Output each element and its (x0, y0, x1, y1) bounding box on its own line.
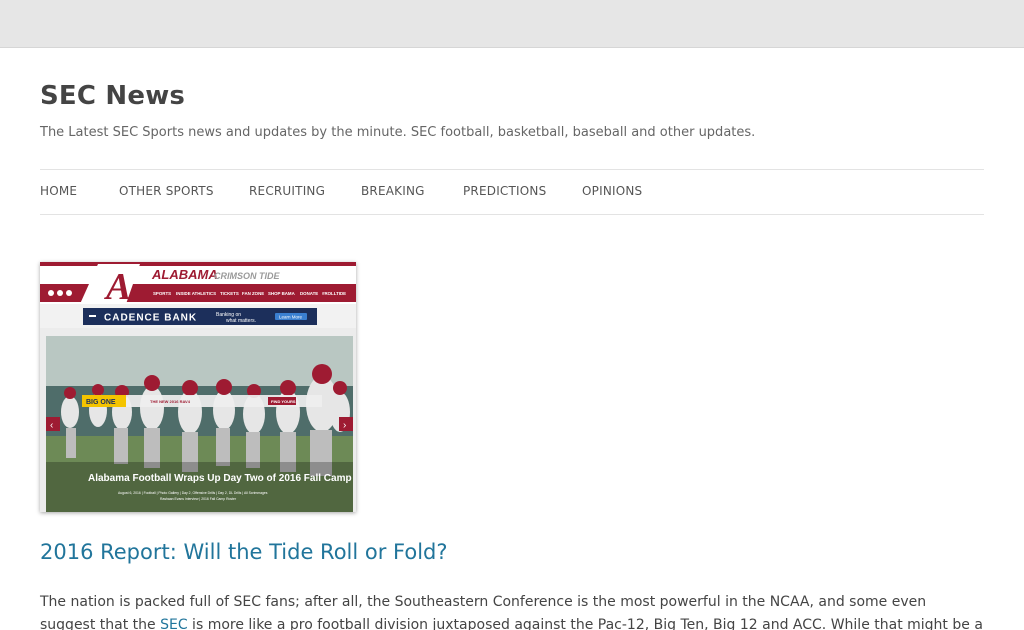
chevron-left-icon: ‹ (50, 420, 53, 431)
svg-text:Rashaan Evans Interview | 20: Rashaan Evans Interview | 2016 Fall Camp… (160, 497, 237, 501)
school-name: ALABAMA (151, 267, 218, 282)
svg-text:what matters.: what matters. (226, 318, 256, 324)
page-content: SEC News The Latest SEC Sports news and … (0, 47, 1024, 630)
svg-text:FIND YOURS: FIND YOURS (271, 399, 296, 404)
nav-item-home[interactable]: HOME (40, 170, 77, 213)
main-navigation: HOME OTHER SPORTS RECRUITING BREAKING PR… (40, 169, 984, 215)
nav-item-other-sports[interactable]: OTHER SPORTS (119, 170, 214, 213)
post-title[interactable]: 2016 Report: Will the Tide Roll or Fold? (40, 540, 448, 564)
site-tagline: The Latest SEC Sports news and updates b… (40, 125, 756, 140)
chevron-right-icon: › (343, 420, 346, 431)
menu-rolltide: #ROLLTIDE (322, 291, 346, 296)
menu-fan-zone: FAN ZONE (242, 291, 264, 296)
post-featured-image[interactable]: A ALABAMA CRIMSON TIDE SPORTS INSIDE ATH… (40, 262, 356, 512)
nav-item-breaking[interactable]: BREAKING (361, 170, 425, 213)
svg-text:THE NEW 2016 RAV4: THE NEW 2016 RAV4 (150, 399, 191, 404)
nav-item-predictions[interactable]: PREDICTIONS (463, 170, 546, 213)
alabama-logo: A (104, 266, 131, 308)
site-title[interactable]: SEC News (40, 81, 185, 111)
nav-item-opinions[interactable]: OPINIONS (582, 170, 642, 213)
menu-tickets: TICKETS (220, 291, 239, 296)
menu-sports: SPORTS (153, 291, 171, 296)
menu-donate: DONATE (300, 291, 318, 296)
sec-link[interactable]: SEC (160, 617, 188, 630)
svg-text:Learn More: Learn More (279, 315, 303, 320)
menu-shop-bama: SHOP BAMA (268, 291, 296, 296)
sponsor-name: CADENCE BANK (104, 313, 197, 324)
menu-inside-athletics: INSIDE ATHLETICS (176, 291, 216, 296)
nav-item-recruiting[interactable]: RECRUITING (249, 170, 325, 213)
post-excerpt: The nation is packed full of SEC fans; a… (40, 591, 984, 630)
svg-text:August 6, 2016 | Football |: August 6, 2016 | Football | Photo Galler… (118, 491, 268, 495)
svg-text:BIG ONE: BIG ONE (86, 399, 116, 406)
school-subtitle: CRIMSON TIDE (214, 271, 280, 281)
photo-caption: Alabama Football Wraps Up Day Two of 201… (88, 473, 352, 484)
